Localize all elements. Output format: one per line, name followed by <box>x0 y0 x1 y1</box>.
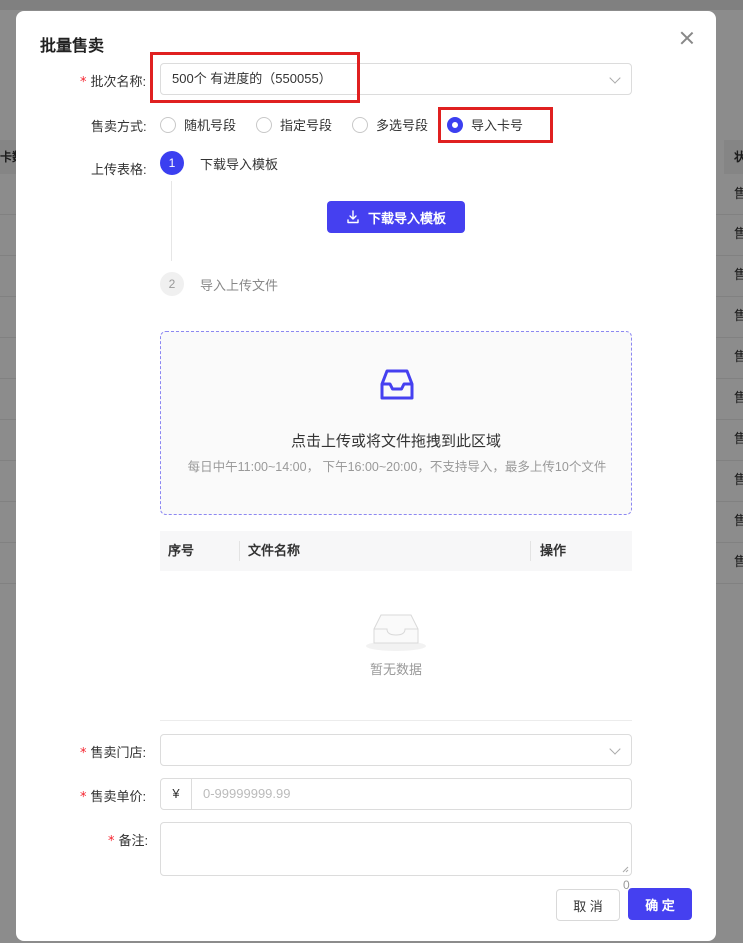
remark-label: * 备注: <box>108 833 149 849</box>
radio-circle <box>256 116 272 133</box>
sale-method-label: 售卖方式: <box>91 119 147 134</box>
price-input[interactable]: ¥ 0-99999999.99 <box>160 778 632 810</box>
currency-prefix: ¥ <box>161 779 192 809</box>
radio-circle <box>352 116 368 133</box>
store-label: * 售卖门店: <box>80 745 147 761</box>
empty-inbox-icon <box>366 614 426 651</box>
radio-label: 指定号段 <box>280 118 333 133</box>
upload-hint-text: 每日中午11:00~14:00， 下午16:00~20:00，不支持导入，最多上… <box>187 460 607 474</box>
radio-multi-segment[interactable]: 多选号段 <box>352 115 428 134</box>
chevron-down-icon <box>609 743 621 755</box>
close-icon[interactable] <box>678 29 696 47</box>
column-file-name: 文件名称 <box>248 543 301 558</box>
download-template-button[interactable]: 下载导入模板 <box>327 201 465 233</box>
radio-specified-segment[interactable]: 指定号段 <box>256 115 332 134</box>
upload-dropzone[interactable]: 点击上传或将文件拖拽到此区域 每日中午11:00~14:00， 下午16:00~… <box>160 331 632 515</box>
upload-table-label: 上传表格: <box>91 162 147 177</box>
batch-name-label: * 批次名称: <box>80 74 147 90</box>
column-actions: 操作 <box>540 543 567 558</box>
dialog-title: 批量售卖 <box>40 38 105 55</box>
inbox-icon <box>380 369 414 400</box>
file-table: 序号 文件名称 操作 暂无数据 <box>160 531 632 721</box>
upload-main-text: 点击上传或将文件拖拽到此区域 <box>290 433 501 450</box>
confirm-button[interactable]: 确 定 <box>628 888 692 920</box>
chevron-down-icon <box>609 72 621 84</box>
remark-textarea[interactable] <box>160 822 632 876</box>
download-icon <box>347 210 359 224</box>
file-table-empty: 暂无数据 <box>160 571 632 721</box>
highlight-box-import <box>438 107 553 143</box>
store-select[interactable] <box>160 734 632 766</box>
column-index: 序号 <box>168 543 195 558</box>
price-label: * 售卖单价: <box>80 789 147 805</box>
empty-text: 暂无数据 <box>369 662 422 677</box>
highlight-box-batch <box>150 52 360 103</box>
download-template-label: 下载导入模板 <box>367 210 446 226</box>
step-1-indicator: 1 <box>160 151 184 175</box>
step-1-title: 下载导入模板 <box>200 157 279 172</box>
price-placeholder: 0-99999999.99 <box>203 786 291 801</box>
resize-handle-icon[interactable] <box>622 866 629 873</box>
step-2-title: 导入上传文件 <box>200 278 279 293</box>
radio-label: 随机号段 <box>184 118 237 133</box>
cancel-button[interactable]: 取 消 <box>556 889 620 921</box>
radio-random-segment[interactable]: 随机号段 <box>160 115 236 134</box>
step-connector <box>171 181 172 261</box>
radio-circle <box>160 116 176 133</box>
step-2-indicator: 2 <box>160 272 184 296</box>
file-table-header: 序号 文件名称 操作 <box>160 531 632 571</box>
batch-sale-dialog: 批量售卖 * 批次名称: 500个 有进度的（550055） 售卖方式: 随机号段… <box>16 11 716 941</box>
radio-label: 多选号段 <box>376 118 429 133</box>
